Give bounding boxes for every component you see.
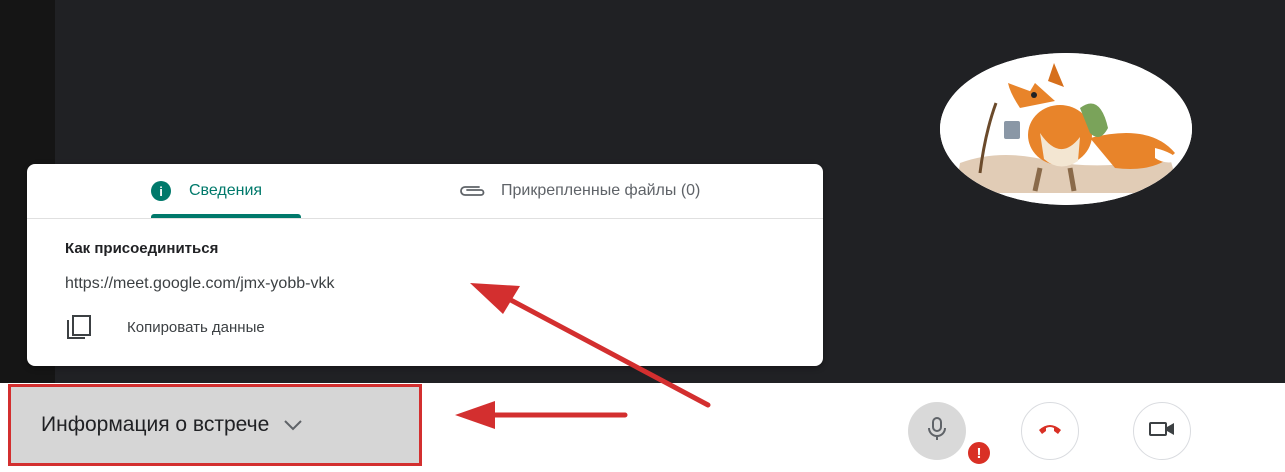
camera-button[interactable] — [1133, 402, 1191, 460]
microphone-icon — [926, 416, 948, 447]
hang-up-button[interactable] — [1021, 402, 1079, 460]
meeting-details-panel: i Сведения Прикрепленные файлы (0) Как п… — [27, 164, 823, 366]
paperclip-icon — [457, 183, 487, 199]
active-tab-indicator — [151, 214, 301, 218]
tab-files-label: Прикрепленные файлы (0) — [501, 182, 701, 199]
copy-details-button[interactable]: Копировать данные — [65, 312, 265, 342]
copy-details-label: Копировать данные — [127, 318, 265, 336]
mic-warning-badge: ! — [966, 440, 992, 466]
panel-tabs: i Сведения Прикрепленные файлы (0) — [27, 164, 823, 219]
fox-avatar-illustration — [940, 53, 1192, 205]
meeting-link[interactable]: https://meet.google.com/jmx-yobb-vkk — [65, 275, 334, 293]
tab-attached-files[interactable]: Прикрепленные файлы (0) — [457, 164, 700, 218]
phone-hangup-icon — [1037, 422, 1063, 441]
tab-details-label: Сведения — [189, 182, 263, 199]
participant-avatar — [940, 53, 1192, 205]
meeting-info-label: Информация о встрече — [41, 413, 270, 436]
microphone-button[interactable] — [908, 402, 966, 460]
meeting-info-button[interactable]: Информация о встрече — [8, 384, 422, 466]
copy-icon — [65, 314, 93, 340]
join-title: Как присоединиться — [65, 240, 219, 257]
info-icon: i — [151, 181, 171, 201]
video-camera-icon — [1148, 420, 1176, 443]
tab-details[interactable]: i Сведения — [151, 164, 262, 218]
chevron-down-icon — [283, 419, 303, 431]
